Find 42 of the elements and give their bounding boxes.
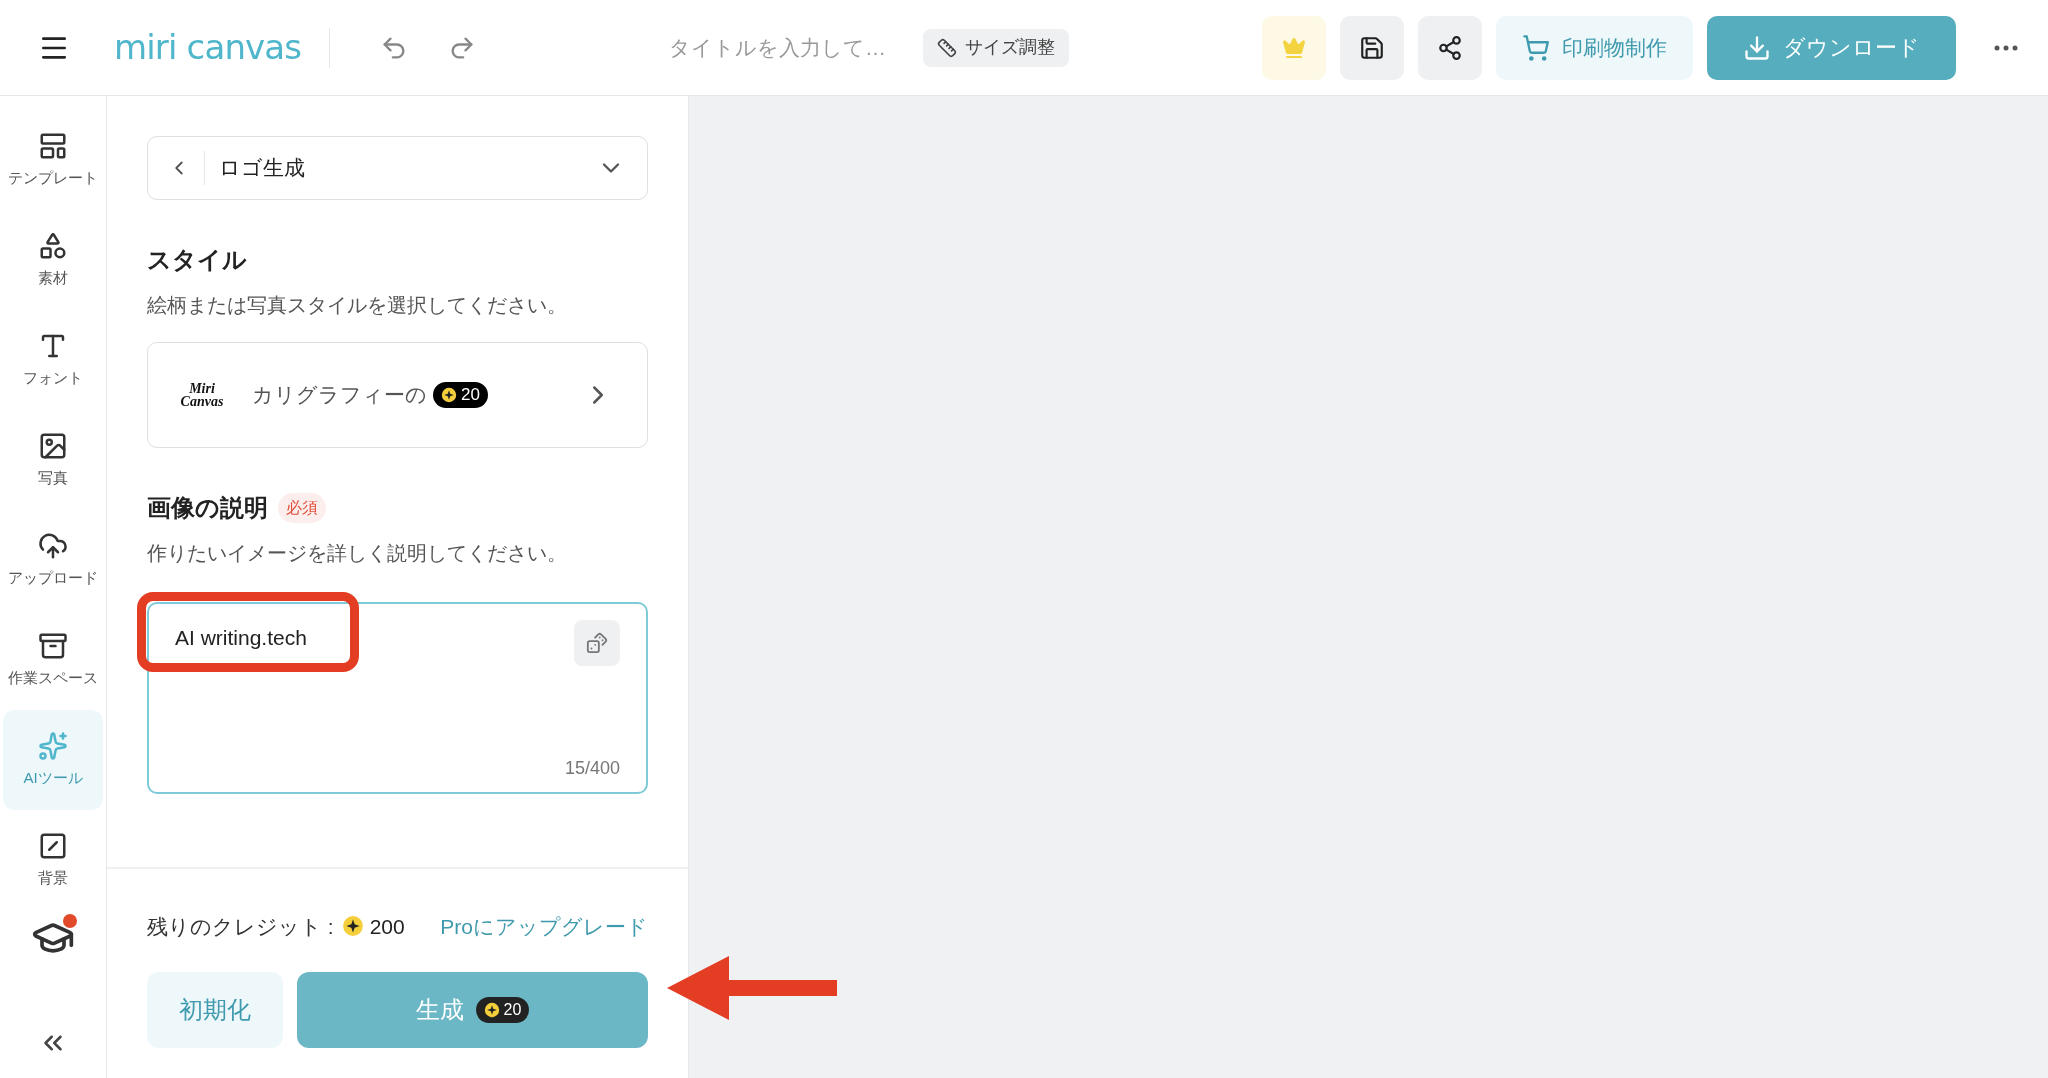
credit-cost-badge: 20 (433, 382, 488, 408)
style-logo: Miri Canvas (179, 382, 225, 408)
tool-select[interactable]: ロゴ生成 (147, 136, 648, 200)
title-field[interactable]: タイトルを入力して… (669, 31, 910, 64)
sidebar-item[interactable]: 写真 (3, 410, 103, 510)
resize-button[interactable]: サイズ調整 (923, 28, 1070, 67)
field-value: AI writing.tech (175, 625, 307, 651)
credits-label: 残りのクレジット : (147, 913, 334, 940)
dice-icon (586, 632, 608, 654)
credits-value: 200 (369, 913, 405, 940)
coin-icon (441, 387, 457, 403)
sparkles-icon (38, 730, 68, 761)
generate-button[interactable]: 生成 20 (297, 972, 648, 1048)
cart-icon (1522, 33, 1550, 62)
section-heading: 画像の説明 (147, 493, 268, 523)
coin-icon (341, 915, 364, 938)
section-heading: スタイル (147, 245, 248, 275)
sidebar-item[interactable]: アップロード (3, 510, 103, 610)
description-field[interactable]: AI writing.tech 15/400 (147, 602, 648, 794)
crown-icon (1282, 35, 1306, 60)
share-icon (1437, 34, 1463, 61)
save-button[interactable] (1340, 15, 1404, 80)
character-count: 15/400 (564, 757, 620, 780)
sidebar-item[interactable]: 背景 (3, 810, 103, 910)
section-hint: 作りたいイメージを詳しく説明してください。 (147, 541, 568, 566)
sidebar-item[interactable]: 素材 (3, 210, 103, 310)
more-button[interactable] (1994, 44, 2018, 51)
cloud-upload-icon (38, 530, 68, 561)
share-button[interactable] (1418, 15, 1482, 80)
sidebar-item[interactable]: フォント (3, 310, 103, 410)
random-prompt-button[interactable] (574, 620, 620, 666)
credit-cost-badge: 20 (475, 997, 530, 1023)
required-badge: 必須 (278, 493, 326, 523)
download-icon (1743, 33, 1771, 62)
ruler-icon (937, 37, 958, 58)
more-icon (1994, 44, 2018, 51)
sidebar-item[interactable]: 作業スペース (3, 610, 103, 710)
shapes-icon (38, 230, 68, 261)
sidebar-item[interactable]: テンプレート (3, 110, 103, 210)
style-card[interactable]: Miri Canvas カリグラフィーの 20 (147, 342, 648, 448)
section-hint: 絵柄または写真スタイルを選択してください。 (147, 293, 568, 318)
coin-icon (483, 1002, 500, 1018)
